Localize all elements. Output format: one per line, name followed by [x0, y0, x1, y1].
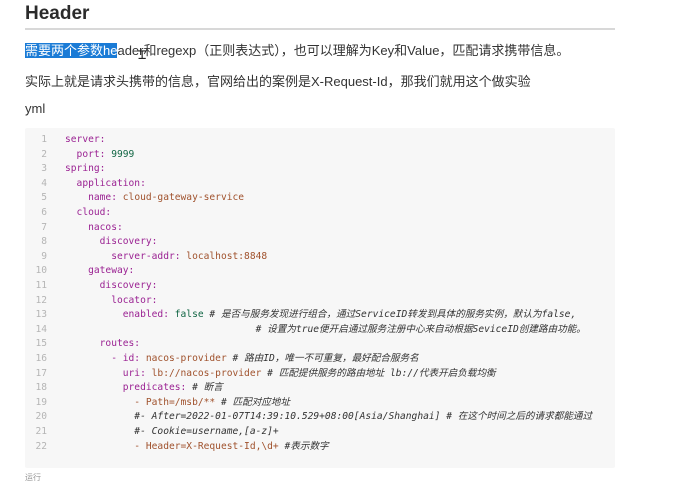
line-number: 11	[35, 280, 47, 291]
code-line: 15 routes:	[25, 337, 140, 352]
code-token: gateway:	[65, 265, 135, 277]
code-token: port:	[65, 148, 112, 160]
code-token: false	[174, 309, 204, 321]
code-line: 20 #- After=2022-01-07T14:39:10.529+08:0…	[25, 410, 592, 425]
paragraph-text: ader和regexp（正则表达式），也可以理解为Key和Value，匹配请求携…	[117, 43, 570, 58]
code-token: lb://nacos-provider	[151, 367, 262, 379]
code-line: 19 - Path=/msb/** # 匹配对应地址	[25, 396, 290, 411]
line-number: 14	[35, 323, 47, 335]
line-number: 22	[35, 440, 47, 452]
code-token: routes:	[65, 338, 141, 350]
code-line: 10 gateway:	[25, 264, 134, 279]
code-token: # 路由ID，唯一不可重复，最好配合服务名	[226, 353, 419, 364]
footer-fragment: 运行	[25, 473, 41, 482]
code-line: 5 name: cloud-gateway-service	[25, 191, 244, 206]
code-token: server-addr:	[65, 250, 187, 262]
paragraph-header-params: 需要两个参数header和regexp（正则表达式），也可以理解为Key和Val…	[25, 40, 569, 59]
line-number: 8	[41, 236, 47, 248]
code-line: 9 server-addr: localhost:8848	[25, 250, 267, 265]
section-heading: Header	[25, 3, 615, 30]
code-token: # 匹配提供服务的路由地址 lb://代表开启负载均衡	[261, 367, 496, 379]
text-cursor-icon: ⌶	[138, 47, 147, 63]
code-line: 7 nacos:	[25, 221, 123, 236]
line-number: 2	[41, 148, 47, 160]
code-line: 1 server:	[25, 133, 105, 148]
code-token: #表示数字	[284, 440, 329, 452]
code-token: 9999	[111, 148, 135, 160]
code-token: cloud:	[65, 207, 112, 218]
line-number: 12	[35, 294, 47, 306]
code-token: server:	[65, 134, 106, 145]
code-line: 6 cloud:	[25, 206, 111, 221]
line-number: 5	[41, 192, 47, 204]
code-line: 13 enabled: false # 是否与服务发现进行组合，通过Servic…	[25, 308, 576, 323]
code-line: 14 # 设置为true便开启通过服务注册中心来自动根据SeviceID创建路由…	[25, 323, 586, 338]
code-line: 2 port: 9999	[25, 148, 134, 163]
code-token: - Path=/msb/**	[65, 396, 221, 408]
code-token: nacos-provider	[145, 353, 227, 364]
code-language-label: yml	[25, 101, 46, 116]
code-token: discovery:	[65, 236, 158, 248]
code-line: 12 locator:	[25, 294, 157, 309]
code-line: 3 spring:	[25, 162, 105, 177]
line-number: 1	[41, 134, 47, 145]
code-line: 11 discovery:	[25, 279, 157, 294]
line-number: 9	[41, 250, 47, 262]
code-token: - id:	[65, 353, 146, 364]
line-number: 10	[35, 265, 47, 277]
code-token: spring:	[65, 163, 106, 175]
code-token: uri:	[65, 367, 152, 379]
code-token: #- After=2022-01-07T14:39:10.529+08:00[A…	[65, 411, 593, 423]
line-number: 3	[41, 163, 47, 175]
code-token: nacos:	[65, 221, 123, 233]
selected-text[interactable]: 需要两个参数he	[25, 43, 118, 58]
line-number: 7	[41, 221, 47, 233]
line-number: 18	[35, 382, 47, 394]
code-token: locator:	[65, 294, 158, 306]
code-block[interactable]: 1 server: 2 port: 9999 3 spring: 4 applicatio…	[25, 128, 615, 468]
line-number: 4	[41, 177, 47, 189]
line-number: 16	[35, 353, 47, 364]
code-token: #- Cookie=username,[a-z]+	[65, 426, 279, 437]
code-token: localhost:8848	[186, 250, 268, 262]
code-line: 8 discovery:	[25, 235, 157, 250]
line-number: 13	[35, 309, 47, 321]
code-line: 16 - id: nacos-provider # 路由ID，唯一不可重复，最好…	[25, 352, 419, 367]
code-line: 17 uri: lb://nacos-provider # 匹配提供服务的路由地…	[25, 367, 496, 382]
code-token: # 匹配对应地址	[220, 396, 291, 408]
code-line: 21 #- Cookie=username,[a-z]+	[25, 425, 279, 440]
line-number: 19	[35, 396, 47, 408]
code-token: application:	[65, 177, 146, 189]
code-line: 18 predicates: # 断言	[25, 381, 223, 396]
code-line: 22 - Header=X-Request-Id,\d+ #表示数字	[25, 440, 329, 455]
line-number: 20	[35, 411, 47, 423]
paragraph-request-header: 实际上就是请求头携带的信息，官网给出的案例是X-Request-Id，那我们就用…	[25, 74, 531, 89]
code-token: enabled:	[65, 309, 175, 321]
code-token: name:	[65, 192, 123, 204]
code-token: # 设置为true便开启通过服务注册中心来自动根据SeviceID创建路由功能。	[65, 323, 586, 335]
line-number: 17	[35, 367, 47, 379]
code-token: - Header=X-Request-Id,\d+	[65, 440, 285, 452]
code-token: cloud-gateway-service	[122, 192, 245, 204]
code-token: # 断言	[192, 382, 223, 394]
line-number: 21	[35, 426, 47, 437]
line-number: 6	[41, 207, 47, 218]
line-number: 15	[35, 338, 47, 350]
code-token: # 是否与服务发现进行组合，通过ServiceID转发到具体的服务实例，默认为f…	[203, 309, 577, 321]
code-line: 4 application:	[25, 177, 146, 192]
code-token: predicates:	[65, 382, 193, 394]
code-token: discovery:	[65, 280, 158, 291]
